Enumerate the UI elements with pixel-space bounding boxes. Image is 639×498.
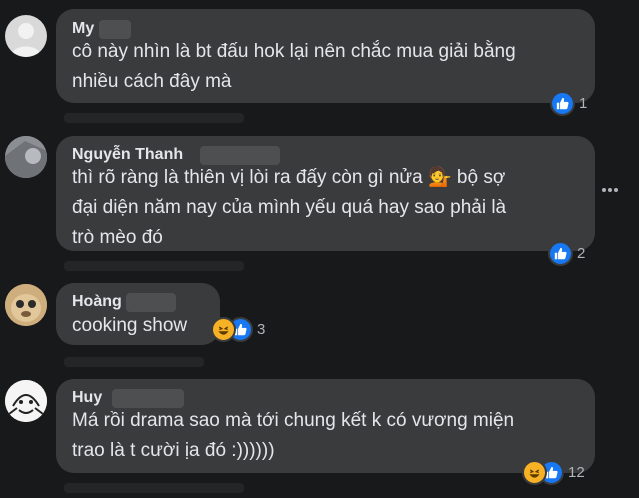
avatar[interactable] [5,15,47,57]
reaction-count: 12 [568,464,585,481]
avatar[interactable] [5,284,47,326]
reaction-count: 2 [577,245,586,262]
more-options-icon[interactable] [602,182,618,198]
action-row-blur [64,357,204,367]
reaction-count: 1 [579,95,588,112]
action-row-blur [64,261,244,271]
name-redaction [126,293,176,312]
avatar[interactable] [5,136,47,178]
action-row-blur [64,113,244,123]
reaction-summary[interactable]: 1 [550,91,587,116]
avatar[interactable] [5,380,47,422]
commenter-name[interactable]: My [72,20,94,38]
reaction-count: 3 [257,321,266,338]
reaction-summary[interactable]: 12 [522,460,585,485]
comment-text: thì rõ ràng là thiên vị lòi ra đấy còn g… [72,167,507,248]
comment-text: cô này nhìn là bt đấu hok lại nên chắc m… [72,41,516,92]
reaction-summary[interactable]: 2 [548,241,585,266]
comment-text: Má rồi drama sao mà tới chung kết k có v… [72,410,515,461]
commenter-name[interactable]: Nguyễn Thanh [72,146,183,164]
commenter-name[interactable]: Huy [72,389,102,407]
thumbs-up-icon [550,91,575,116]
reaction-summary[interactable]: 3 [211,317,265,342]
commenter-name[interactable]: Hoàng [72,293,122,311]
thumbs-up-icon [548,241,573,266]
laughing-face-icon [211,317,236,342]
laughing-face-icon [522,460,547,485]
action-row-blur [64,483,244,493]
comment-text: cooking show [72,315,188,336]
